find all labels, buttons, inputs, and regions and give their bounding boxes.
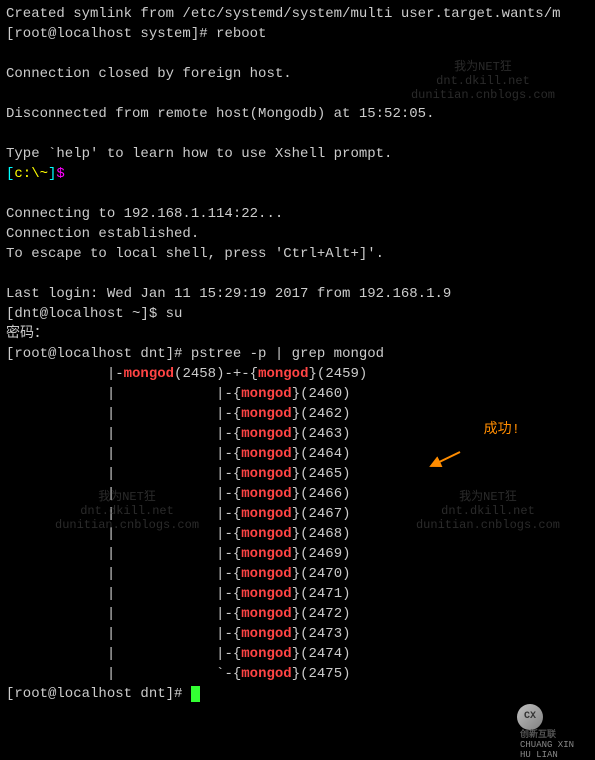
command-reboot: reboot [216,26,266,42]
blank-line [6,264,589,284]
process-mongod-parent: mongod [124,366,174,382]
process-mongod-thread: mongod [241,406,291,422]
connecting-line: Connecting to 192.168.1.114:22... [6,204,589,224]
prompt-path: c:\~ [14,166,48,182]
pstree-thread-line: | |-{mongod}(2473) [6,624,589,644]
blank-line [6,44,589,64]
process-mongod-thread: mongod [241,586,291,602]
pid: 2462 [309,406,343,422]
pstree-thread-line: | |-{mongod}(2469) [6,544,589,564]
pid: 2460 [309,386,343,402]
pstree-thread-line: | |-{mongod}(2465) [6,464,589,484]
process-mongod-thread: mongod [241,606,291,622]
process-mongod-thread: mongod [241,486,291,502]
pid: 2464 [309,446,343,462]
process-mongod-thread: mongod [241,386,291,402]
pid: 2471 [309,586,343,602]
pstree-thread-line: | |-{mongod}(2471) [6,584,589,604]
pid: 2469 [309,546,343,562]
top-text: Created symlink from /etc/systemd/system… [6,6,561,22]
process-mongod-thread: mongod [241,626,291,642]
pid: 2459 [325,366,359,382]
established-line: Connection established. [6,224,589,244]
prompt: [root@localhost system]# [6,26,216,42]
prompt-dollar: $ [56,166,64,182]
pstree-thread-line: | |-{mongod}(2468) [6,524,589,544]
pid: 2466 [309,486,343,502]
escape-line: To escape to local shell, press 'Ctrl+Al… [6,244,589,264]
process-mongod-thread: mongod [241,426,291,442]
process-mongod-thread: mongod [241,666,291,682]
pid-parent: 2458 [182,366,216,382]
pstree-thread-line: | |-{mongod}(2463) [6,424,589,444]
blank-line [6,124,589,144]
pstree-thread-line: | |-{mongod}(2474) [6,644,589,664]
cursor [191,686,200,702]
connection-closed-line: Connection closed by foreign host. [6,64,589,84]
lastlogin-line: Last login: Wed Jan 11 15:29:19 2017 fro… [6,284,589,304]
final-prompt-line[interactable]: [root@localhost dnt]# [6,684,589,704]
pid: 2475 [309,666,343,682]
pstree-thread-line: | |-{mongod}(2462) [6,404,589,424]
process-mongod-thread: mongod [241,566,291,582]
pid: 2463 [309,426,343,442]
process-mongod-thread: mongod [241,526,291,542]
xshell-prompt-line[interactable]: [c:\~]$ [6,164,589,184]
prompt-root: [root@localhost dnt]# [6,346,191,362]
prompt-dnt: [dnt@localhost ~]$ [6,306,166,322]
process-mongod-thread: mongod [258,366,308,382]
pid: 2474 [309,646,343,662]
pstree-thread-line: | |-{mongod}(2466) [6,484,589,504]
prompt-line-reboot: [root@localhost system]# reboot [6,24,589,44]
pid: 2472 [309,606,343,622]
prompt-root-final: [root@localhost dnt]# [6,686,191,702]
pstree-thread-line: | |-{mongod}(2467) [6,504,589,524]
logo-text: 创新互联 CHUANG XIN HU LIAN [520,730,587,760]
pstree-first-line: |-mongod(2458)-+-{mongod}(2459) [6,364,589,384]
process-mongod-thread: mongod [241,506,291,522]
process-mongod-thread: mongod [241,446,291,462]
logo-badge-icon: CX [517,704,543,730]
blank-line [6,184,589,204]
command-su: su [166,306,183,322]
pstree-command-line: [root@localhost dnt]# pstree -p | grep m… [6,344,589,364]
pid: 2470 [309,566,343,582]
pstree-thread-line: | `-{mongod}(2475) [6,664,589,684]
help-line: Type `help' to learn how to use Xshell p… [6,144,589,164]
pid: 2467 [309,506,343,522]
pstree-thread-line: | |-{mongod}(2472) [6,604,589,624]
process-mongod-thread: mongod [241,646,291,662]
process-mongod-thread: mongod [241,466,291,482]
pid: 2473 [309,626,343,642]
process-mongod-thread: mongod [241,546,291,562]
su-line: [dnt@localhost ~]$ su [6,304,589,324]
pid: 2465 [309,466,343,482]
pstree-thread-line: | |-{mongod}(2470) [6,564,589,584]
pstree-thread-line: | |-{mongod}(2460) [6,384,589,404]
pid: 2468 [309,526,343,542]
disconnected-line: Disconnected from remote host(Mongodb) a… [6,104,589,124]
password-line[interactable]: 密码： [6,324,589,344]
command-pstree: pstree -p | grep mongod [191,346,384,362]
pstree-thread-line: | |-{mongod}(2464) [6,444,589,464]
truncated-top-line: Created symlink from /etc/systemd/system… [6,4,589,24]
brand-logo: CX 创新互联 CHUANG XIN HU LIAN [517,704,587,732]
blank-line [6,84,589,104]
